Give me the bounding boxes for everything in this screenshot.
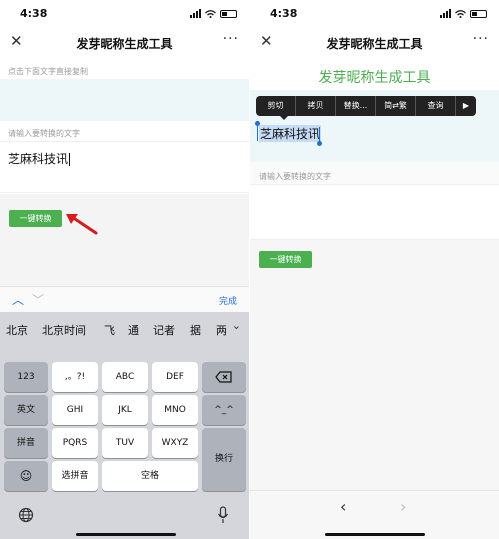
backspace-icon: [215, 370, 232, 383]
status-bar: 4:38: [0, 0, 249, 28]
signal-icon: [440, 9, 451, 18]
input-value: 芝麻科技讯: [8, 152, 71, 166]
input-hint: 请输入要转换的文字: [259, 172, 331, 181]
keyboard-toolbar: ︿ ﹀ 完成: [0, 286, 249, 312]
home-indicator: [325, 533, 425, 536]
more-icon[interactable]: ···: [473, 31, 489, 47]
key-mno[interactable]: MNO: [152, 395, 198, 425]
key-def[interactable]: DEF: [152, 362, 198, 392]
candidate-bar: 北京 北京时间 飞 通 记者 据 两 ⌄: [0, 312, 249, 346]
keyboard: 北京 北京时间 飞 通 记者 据 两 ⌄ 123 ,。?! ABC DEF 英文…: [0, 312, 249, 539]
space-key[interactable]: 空格: [102, 461, 198, 491]
output-box[interactable]: [0, 79, 249, 121]
status-time: 4:38: [20, 7, 48, 20]
page-title: 发芽昵称生成工具: [76, 37, 173, 51]
nav-bar: ✕ 发芽昵称生成工具 ···: [0, 28, 249, 58]
selection-start-line: [257, 125, 258, 141]
page-title: 发芽昵称生成工具: [326, 37, 423, 51]
key-123[interactable]: 123: [4, 362, 48, 392]
tool-heading: 发芽昵称生成工具: [318, 70, 431, 86]
text-input[interactable]: [250, 184, 499, 240]
page-background: [0, 194, 249, 286]
menu-cut[interactable]: 剪切: [256, 96, 296, 116]
back-icon[interactable]: ‹: [340, 497, 346, 516]
page-background: [250, 240, 499, 490]
battery-icon: [470, 9, 487, 18]
key-newline[interactable]: 换行: [202, 428, 246, 491]
text-caret: [69, 153, 71, 166]
key-jkl[interactable]: JKL: [102, 395, 148, 425]
status-bar: 4:38: [250, 0, 499, 28]
emoji-icon: ☺: [19, 469, 33, 483]
candidate[interactable]: 通: [128, 322, 139, 338]
key-english[interactable]: 英文: [4, 395, 48, 425]
candidate[interactable]: 北京: [6, 322, 28, 338]
menu-more-arrow-icon[interactable]: ▶: [456, 96, 476, 116]
menu-replace[interactable]: 替换...: [336, 96, 376, 116]
backspace-key[interactable]: [202, 362, 246, 392]
right-screen: 4:38 ✕ 发芽昵称生成工具 ··· 发芽昵称生成工具 剪切 拷贝 替换...…: [250, 0, 499, 539]
status-icons: [190, 9, 237, 18]
microphone-icon[interactable]: [217, 506, 229, 524]
key-pinyin[interactable]: 拼音: [4, 428, 48, 458]
key-punct[interactable]: ,。?!: [52, 362, 98, 392]
battery-icon: [220, 9, 237, 18]
key-emoticon[interactable]: ^_^: [202, 395, 246, 425]
key-pqrs[interactable]: PQRS: [52, 428, 98, 458]
candidate[interactable]: 据: [190, 322, 201, 338]
selection-end-handle[interactable]: [317, 141, 322, 146]
output-hint: 点击下面文字直接复制: [8, 67, 88, 76]
red-arrow-icon: [66, 214, 98, 235]
chevron-down-icon[interactable]: ⌄: [232, 319, 241, 332]
wifi-icon: [205, 9, 216, 18]
forward-icon[interactable]: ›: [400, 497, 406, 516]
done-button[interactable]: 完成: [219, 294, 237, 307]
left-screen: 4:38 ✕ 发芽昵称生成工具 ··· 点击下面文字直接复制 请输入要转换的文字…: [0, 0, 249, 539]
status-icons: [440, 9, 487, 18]
key-tuv[interactable]: TUV: [102, 428, 148, 458]
nav-bar: ✕ 发芽昵称生成工具 ···: [250, 28, 499, 58]
menu-copy[interactable]: 拷贝: [296, 96, 336, 116]
signal-icon: [190, 9, 201, 18]
menu-simplified-traditional[interactable]: 简⇄繁: [376, 96, 416, 116]
candidate[interactable]: 两: [216, 322, 226, 338]
menu-lookup[interactable]: 查询: [416, 96, 456, 116]
emoji-key[interactable]: ☺: [4, 461, 48, 491]
status-time: 4:38: [270, 7, 298, 20]
selected-text[interactable]: 芝麻科技讯: [259, 125, 322, 142]
globe-icon[interactable]: [18, 507, 34, 523]
more-icon[interactable]: ···: [223, 31, 239, 47]
home-indicator: [76, 533, 176, 536]
convert-button[interactable]: 一键转换: [259, 251, 312, 268]
menu-pointer: [280, 116, 288, 120]
candidate[interactable]: 记者: [153, 322, 175, 338]
browser-nav-bar: ‹ ›: [250, 490, 499, 539]
chevron-down-icon[interactable]: ﹀: [32, 291, 44, 308]
edit-menu: 剪切 拷贝 替换... 简⇄繁 查询 ▶: [256, 96, 476, 116]
key-select-pinyin[interactable]: 选拼音: [52, 461, 98, 491]
convert-button[interactable]: 一键转换: [9, 210, 62, 227]
key-wxyz[interactable]: WXYZ: [152, 428, 198, 458]
wifi-icon: [455, 9, 466, 18]
text-input[interactable]: 芝麻科技讯: [0, 141, 249, 193]
input-hint: 请输入要转换的文字: [8, 129, 80, 138]
key-ghi[interactable]: GHI: [52, 395, 98, 425]
key-abc[interactable]: ABC: [102, 362, 148, 392]
candidate[interactable]: 北京时间: [42, 322, 86, 338]
chevron-up-icon[interactable]: ︿: [12, 291, 24, 308]
candidate[interactable]: 飞: [104, 322, 115, 338]
